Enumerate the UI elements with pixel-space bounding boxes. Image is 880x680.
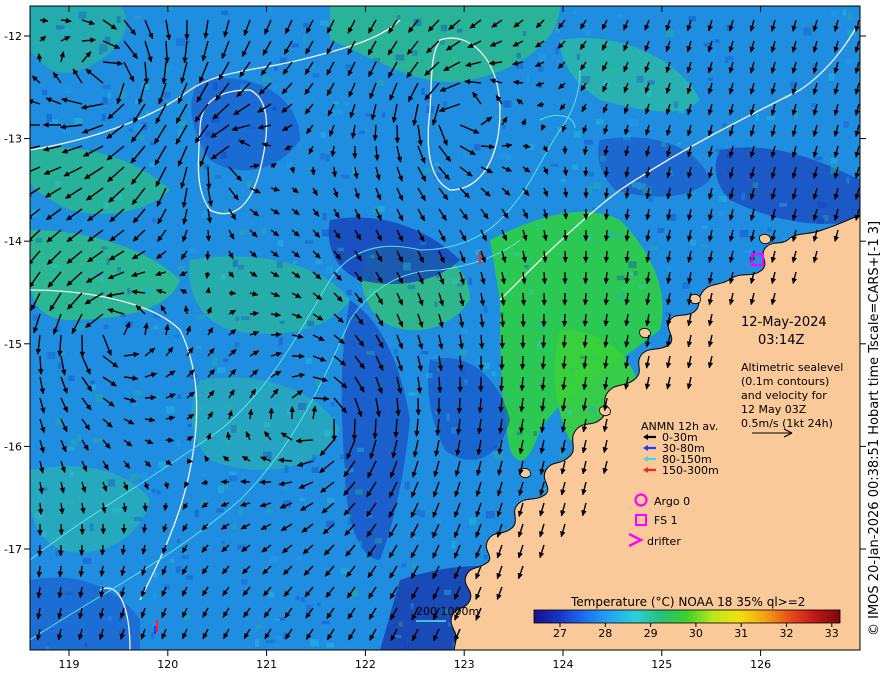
time-label: 03:14Z [758, 333, 804, 348]
date-label: 12-May-2024 [741, 315, 827, 330]
altimetry-note-line: and velocity for [741, 389, 827, 402]
altimetry-note-line: (0.1m contours) [741, 375, 829, 388]
x-tick-label: 119 [59, 658, 80, 671]
colorbar-tick-label: 31 [734, 627, 748, 640]
bathy-label: 200 1000m [416, 605, 479, 618]
colorbar-tick-label: 27 [553, 627, 567, 640]
argo-label: Argo 0 [654, 495, 690, 508]
x-tick-label: 122 [355, 658, 376, 671]
drifter-label: drifter [647, 535, 681, 548]
y-tick-label: -17 [4, 543, 22, 556]
colorbar-tick-label: 33 [825, 627, 839, 640]
y-tick-label: -13 [4, 133, 22, 146]
altimetry-note-line: 12 May 03Z [741, 403, 807, 416]
colorbar-title: Temperature (°C) NOAA 18 35% ql>=2 [570, 595, 805, 609]
colorbar-gradient [533, 609, 841, 624]
x-tick-label: 123 [454, 658, 475, 671]
x-tick-label: 124 [553, 658, 574, 671]
colorbar-tick-label: 32 [780, 627, 794, 640]
x-tick-label: 125 [651, 658, 672, 671]
y-tick-label: -14 [4, 235, 22, 248]
y-tick-label: -16 [4, 440, 22, 453]
altimetry-note-line: Altimetric sealevel [741, 361, 843, 374]
x-tick-label: 121 [256, 658, 277, 671]
colorbar-tick-label: 29 [644, 627, 658, 640]
y-tick-label: -12 [4, 30, 22, 43]
x-tick-label: 120 [157, 658, 178, 671]
colorbar-tick-label: 28 [598, 627, 612, 640]
y-tick-label: -15 [4, 338, 22, 351]
x-tick-label: 126 [750, 658, 771, 671]
mooring-legend-label: 150-300m [662, 464, 719, 477]
copyright-caption: © IMOS 20-Jan-2026 00:38:51 Hobart time … [867, 221, 880, 636]
altimetry-note-line: 0.5m/s (1kt 24h) [741, 417, 833, 430]
sst-map: 119 120 121 122 123 124 125 126 -12 -13 -14 -15 -16… [4, 5, 880, 671]
colorbar-tick-label: 30 [689, 627, 703, 640]
fs-label: FS 1 [654, 514, 678, 527]
